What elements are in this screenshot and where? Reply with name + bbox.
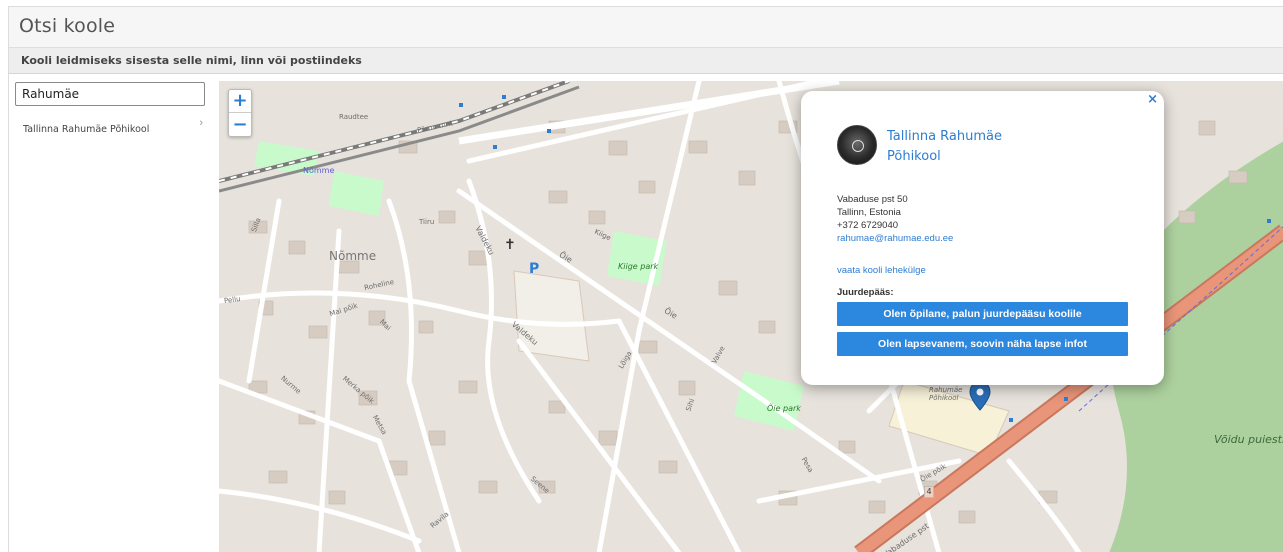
app-frame: Otsi koole Kooli leidmiseks sisesta sell…	[8, 6, 1283, 552]
close-icon[interactable]: ×	[1147, 92, 1158, 107]
zoom-out-button[interactable]: −	[229, 114, 251, 137]
chevron-right-icon: ›	[199, 117, 203, 129]
route-number-badge: 4	[924, 486, 934, 498]
title-bar: Otsi koole	[9, 7, 1283, 48]
map-label-voidu-puiestik: Võidu puiestik	[1214, 433, 1283, 446]
map-label-oie-park: Õie park	[767, 404, 801, 413]
map-pin-icon[interactable]	[969, 381, 991, 411]
school-city: Tallinn, Estonia	[837, 207, 901, 218]
map[interactable]: Nõmme Nõmme Kiige park Õie park Võidu pu…	[219, 81, 1283, 552]
search-result-item[interactable]: Tallinna Rahumäe Põhikool ›	[23, 117, 207, 135]
school-logo	[837, 125, 877, 165]
zoom-in-button[interactable]: +	[229, 90, 251, 113]
parent-access-button[interactable]: Olen lapsevanem, soovin näha lapse infot	[837, 332, 1128, 356]
school-phone: +372 6729040	[837, 220, 899, 231]
church-icon: ✝	[504, 237, 516, 253]
school-search-input[interactable]	[15, 82, 205, 106]
sidebar: Tallinna Rahumäe Põhikool ›	[9, 74, 219, 552]
school-email-link[interactable]: rahumae@rahumae.edu.ee	[837, 232, 953, 245]
instructions-bar: Kooli leidmiseks sisesta selle nimi, lin…	[9, 48, 1283, 74]
student-access-button[interactable]: Olen õpilane, palun juurdepääsu koolile	[837, 302, 1128, 326]
parking-icon: P	[529, 261, 540, 277]
search-result-label: Tallinna Rahumäe Põhikool	[23, 124, 150, 135]
map-label-kiige-park: Kiige park	[618, 262, 659, 271]
page-title: Otsi koole	[19, 15, 116, 37]
zoom-control: + −	[228, 89, 252, 137]
school-popup: × Tallinna Rahumäe Põhikool Vabaduse pst…	[801, 91, 1164, 385]
school-website-link[interactable]: vaata kooli lehekülge	[837, 265, 926, 276]
map-label-raudtee: Raudtee	[339, 113, 369, 121]
school-name-link[interactable]: Tallinna Rahumäe Põhikool	[887, 127, 1027, 167]
map-label-tiiru: Tiiru	[419, 218, 435, 226]
instructions-text: Kooli leidmiseks sisesta selle nimi, lin…	[21, 54, 362, 67]
access-label: Juurdepääs:	[837, 287, 894, 298]
map-label-nomme-area: Nõmme	[329, 249, 377, 263]
school-contact-info: Vabaduse pst 50 Tallinn, Estonia +372 67…	[837, 193, 953, 245]
school-address: Vabaduse pst 50	[837, 194, 908, 205]
map-label-nomme-station: Nõmme	[303, 166, 335, 175]
